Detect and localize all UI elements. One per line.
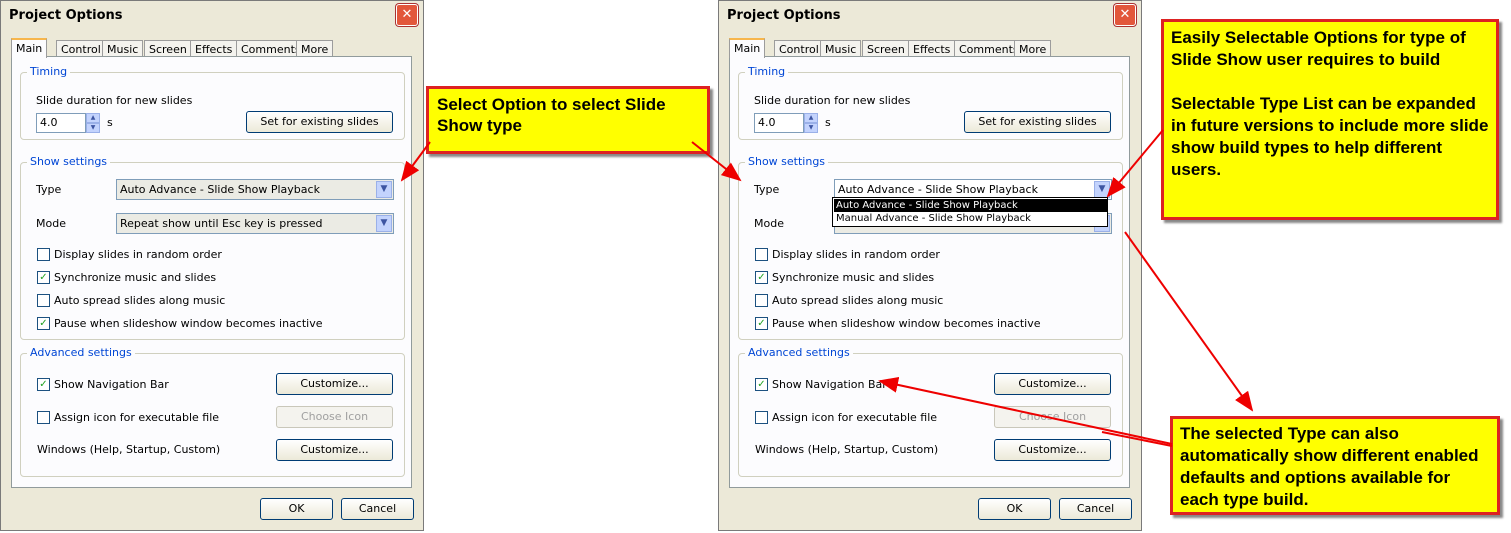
callout-arrows (400, 129, 1254, 447)
arrow-to-left-type-select (400, 141, 431, 182)
arrow-to-dropdown (1106, 129, 1164, 198)
arrow-to-right-type-label (691, 141, 742, 182)
arrow-to-selected-type-callout (1124, 231, 1254, 412)
arrow-connector (1101, 431, 1173, 447)
arrow-to-navigation-bar (878, 376, 1173, 445)
